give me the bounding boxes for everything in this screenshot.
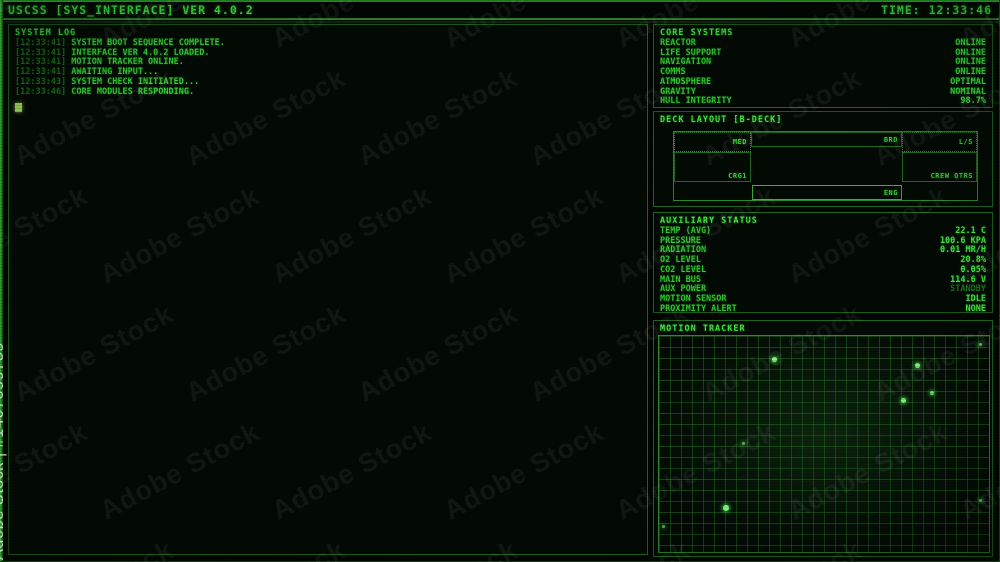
terminal-cursor[interactable]	[15, 103, 22, 113]
deck-room-ls: L/S	[902, 132, 977, 152]
core-systems-title: CORE SYSTEMS	[660, 28, 734, 38]
status-value: NONE	[965, 303, 986, 314]
status-row: HULL INTEGRITY 98.7%	[654, 97, 992, 107]
motion-tracker-title: MOTION TRACKER	[660, 324, 746, 334]
core-systems-rows: REACTOR ONLINE LIFE SUPPORT ONLINE NAVIGATIO…	[654, 38, 992, 107]
deck-room-brd: BRD	[751, 132, 902, 147]
log-message: SYSTEM BOOT SEQUENCE COMPLETE.	[71, 38, 225, 48]
system-title: USCSS [SYS_INTERFACE] VER 4.0.2	[8, 3, 254, 17]
deck-room-crg1: CRG1	[674, 152, 751, 182]
deck-layout-panel: DECK LAYOUT [B-DECK] MED BRD L/S CRG1 CR…	[653, 111, 993, 207]
tracker-blip	[900, 397, 906, 403]
status-value: 98.7%	[960, 96, 986, 107]
crt-screen: USCSS [SYS_INTERFACE] VER 4.0.2 TIME: 12…	[0, 0, 1000, 562]
auxiliary-status-title: AUXILIARY STATUS	[660, 216, 758, 226]
status-row: CO2 LEVEL 0.05%	[654, 265, 992, 276]
deck-room-label: CRG1	[728, 172, 747, 180]
log-message: MOTION TRACKER ONLINE.	[71, 57, 184, 68]
screen-edge-top	[0, 0, 1000, 2]
log-timestamp: [12:33:41]	[15, 38, 72, 48]
log-message: AWAITING INPUT...	[71, 67, 159, 78]
status-label: HULL INTEGRITY	[660, 96, 732, 107]
status-row: NAVIGATION ONLINE	[654, 58, 992, 68]
status-row: RADIATION 0.01 MR/H	[654, 246, 992, 256]
log-timestamp: [12:33:46]	[15, 86, 72, 97]
log-timestamp: [12:33:43]	[15, 76, 72, 87]
top-status-bar: USCSS [SYS_INTERFACE] VER 4.0.2 TIME: 12…	[0, 2, 1000, 18]
deck-room-crew-qtrs: CREW QTRS	[902, 152, 977, 182]
tracker-blip	[979, 499, 983, 503]
deck-room-label: CREW QTRS	[930, 172, 973, 180]
deck-room-med: MED	[674, 132, 751, 152]
clock-readout: TIME: 12:33:46	[881, 3, 992, 17]
auxiliary-status-panel: AUXILIARY STATUS TEMP (AVG) 22.1 C PRESSUR…	[653, 212, 993, 313]
deck-map: MED BRD L/S CRG1 CREW QTRS ENG	[673, 131, 978, 201]
tracker-blip	[929, 390, 934, 395]
status-label: PROXIMITY ALERT	[660, 303, 737, 314]
status-row: PROXIMITY ALERT NONE	[654, 303, 992, 315]
log-message: SYSTEM CHECK INITIATED...	[71, 76, 200, 87]
tracker-blip	[979, 342, 983, 346]
log-message: CORE MODULES RESPONDING.	[71, 86, 195, 97]
core-systems-panel: CORE SYSTEMS REACTOR ONLINE LIFE SUPPORT ON…	[653, 24, 993, 108]
header-divider	[0, 18, 1000, 20]
deck-layout-title: DECK LAYOUT [B-DECK]	[660, 115, 783, 125]
deck-room-label: L/S	[958, 138, 973, 146]
screen-edge-left	[0, 0, 3, 562]
deck-room-label: BRD	[883, 135, 898, 144]
tracker-blip	[722, 505, 729, 512]
log-timestamp: [12:33:41]	[15, 67, 72, 78]
deck-room-eng: ENG	[752, 185, 902, 200]
tracker-blip	[661, 524, 665, 528]
log-entry: [12:33:46] CORE MODULES RESPONDING.	[9, 86, 647, 98]
system-log-entries: [12:33:41] SYSTEM BOOT SEQUENCE COMPLETE…	[9, 38, 647, 98]
system-log-panel: SYSTEM LOG [12:33:41] SYSTEM BOOT SEQUEN…	[8, 24, 648, 555]
motion-tracker-grid	[658, 335, 990, 553]
deck-room-label: MED	[732, 138, 747, 146]
log-timestamp: [12:33:41]	[15, 57, 72, 68]
motion-tracker-panel: MOTION TRACKER	[653, 320, 993, 557]
system-log-title: SYSTEM LOG	[15, 28, 77, 38]
deck-room-label: ENG	[883, 188, 898, 197]
tracker-blip	[915, 363, 921, 369]
tracker-blip	[741, 442, 745, 446]
tracker-blip	[771, 356, 777, 362]
auxiliary-status-rows: TEMP (AVG) 22.1 C PRESSURE 100.6 KPA RADIATI…	[654, 226, 992, 315]
status-row: ATMOSPHERE OPTIMAL	[654, 77, 992, 88]
